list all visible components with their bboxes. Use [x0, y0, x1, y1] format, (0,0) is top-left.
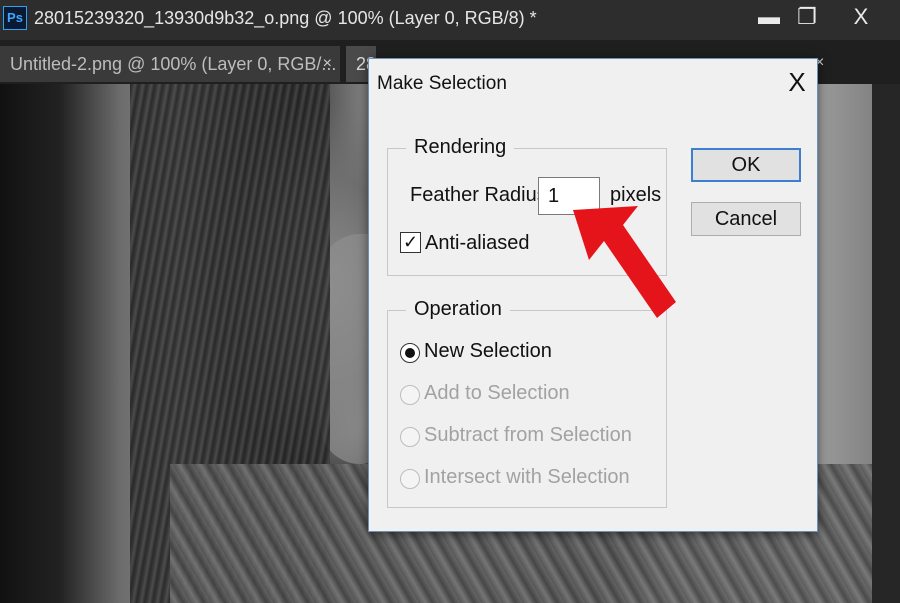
ok-button[interactable]: OK: [691, 148, 801, 182]
feather-unit-label: pixels: [610, 184, 662, 206]
new-selection-label[interactable]: New Selection: [424, 340, 552, 363]
tab-label: Untitled-2.png @ 100% (Layer 0, RGB/...: [10, 54, 337, 74]
dialog-close-button[interactable]: X: [783, 67, 811, 97]
add-to-selection-label: Add to Selection: [424, 382, 570, 404]
close-window-button[interactable]: X: [836, 0, 886, 36]
cancel-button[interactable]: Cancel: [691, 202, 801, 236]
anti-aliased-checkbox[interactable]: ✓: [400, 232, 421, 253]
rendering-group: Rendering: [387, 136, 667, 276]
feather-radius-label: Feather Radius:: [410, 184, 553, 206]
photoshop-logo-icon: Ps: [3, 6, 27, 30]
maximize-button[interactable]: ❐: [786, 0, 828, 36]
subtract-from-selection-label: Subtract from Selection: [424, 424, 632, 446]
tab-close-icon[interactable]: ×: [323, 46, 332, 82]
add-to-selection-radio: [400, 385, 420, 405]
intersect-with-selection-label: Intersect with Selection: [424, 466, 630, 488]
new-selection-radio[interactable]: [400, 343, 420, 363]
tab-untitled-2[interactable]: Untitled-2.png @ 100% (Layer 0, RGB/... …: [0, 46, 340, 82]
make-selection-dialog: Make Selection X Rendering Feather Radiu…: [368, 58, 818, 532]
intersect-with-selection-radio: [400, 469, 420, 489]
minimize-button[interactable]: ▬: [748, 0, 790, 36]
window-titlebar: Ps 28015239320_13930d9b32_o.png @ 100% (…: [0, 0, 900, 40]
dialog-title: Make Selection: [377, 73, 507, 94]
radio-selected-dot: [405, 348, 415, 358]
document-title: 28015239320_13930d9b32_o.png @ 100% (Lay…: [34, 8, 537, 28]
anti-aliased-label[interactable]: Anti-aliased: [425, 232, 530, 255]
canvas-scrollbar[interactable]: [872, 84, 900, 603]
feather-radius-input[interactable]: 1: [538, 177, 600, 215]
operation-legend: Operation: [406, 298, 510, 321]
rendering-legend: Rendering: [406, 136, 515, 159]
subtract-from-selection-radio: [400, 427, 420, 447]
